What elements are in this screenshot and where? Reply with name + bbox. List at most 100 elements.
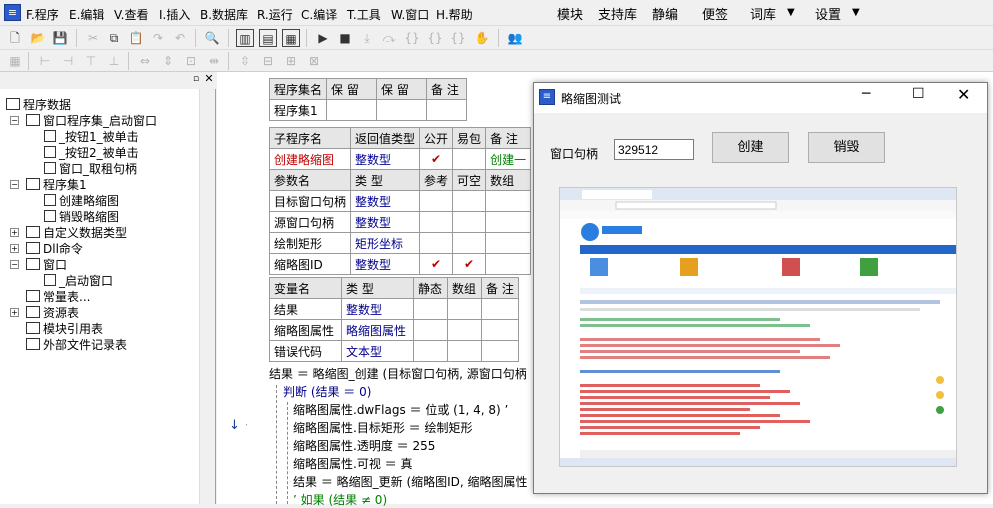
menu-static-compile[interactable]: 静编 [652,4,678,23]
maximize-icon[interactable]: ☐ [912,86,925,102]
tree-item-custom-types[interactable]: + 自定义数据类型 [10,225,127,241]
param-row[interactable]: 绘制矩形 矩形坐标 [268,232,532,254]
align-grid-icon[interactable]: ▦ [6,52,24,70]
center-vertical-icon[interactable]: ⊞ [282,52,300,70]
expand-icon[interactable]: + [10,244,19,253]
hand-icon[interactable]: ✋ [473,29,491,47]
center-horizontal-icon[interactable]: ⊟ [259,52,277,70]
menu-tools[interactable]: T.工具 [347,6,381,23]
create-button[interactable]: 创建 [712,132,789,163]
same-width-icon[interactable]: ⇔ [136,52,154,70]
tree-item-button1-click[interactable]: _按钮1_被单击 [44,129,139,145]
sub-comment-cell[interactable]: 创建一 [485,148,532,170]
menu-help[interactable]: H.帮助 [436,6,473,23]
step-over-icon[interactable]: ⤼ [380,29,398,47]
run-icon[interactable]: ▶ [314,29,332,47]
variable-row[interactable]: 缩略图属性 略缩图属性 [269,319,519,341]
same-height-icon[interactable]: ⇕ [159,52,177,70]
code-line[interactable]: 缩略图属性.透明度 ＝ 255 [293,437,435,454]
step-into-icon[interactable]: ⤓ [358,29,376,47]
tree-item-module-refs[interactable]: 模块引用表 [26,321,103,337]
align-bottom-icon[interactable]: ⊥ [105,52,123,70]
tree-item-windows[interactable]: − 窗口 [10,257,67,273]
layout-left-icon[interactable]: ▥ [236,29,254,47]
menu-support-libs[interactable]: 支持库 [598,4,637,23]
param-row[interactable]: 缩略图ID 整数型 ✔ ✔ [268,253,532,275]
code-line[interactable]: 判断 (结果 ＝ 0) [283,383,371,400]
align-left-icon[interactable]: ⊢ [36,52,54,70]
tree-item-create-thumbnail[interactable]: 创建略缩图 [44,193,119,209]
menu-edit[interactable]: E.编辑 [69,6,104,23]
breakpoint-icon[interactable]: {} [449,29,467,47]
new-file-icon[interactable]: 🗋 [6,29,24,47]
pin-icon[interactable]: ▫ [190,73,202,85]
tree-item-button2-click[interactable]: _按钮2_被单击 [44,145,139,161]
tree-item-external-files[interactable]: 外部文件记录表 [26,337,127,353]
destroy-button[interactable]: 销毁 [808,132,885,163]
space-horizontal-icon[interactable]: ⇹ [205,52,223,70]
run-to-cursor-icon[interactable]: {} [426,29,444,47]
tree-item-resources[interactable]: + 资源表 [10,305,79,321]
tree-item-constants[interactable]: 常量表... [26,289,90,305]
menu-database[interactable]: B.数据库 [200,6,248,23]
assembly-name-cell[interactable]: 程序集1 [268,99,328,121]
same-size-icon[interactable]: ⊡ [182,52,200,70]
variable-row[interactable]: 错误代码 文本型 [269,340,519,362]
paste-icon[interactable]: 📋 [127,29,145,47]
menu-lexicon[interactable]: 词库 [750,4,776,23]
layout-top-icon[interactable]: ▤ [259,29,277,47]
lexicon-dropdown-icon[interactable]: ▼ [787,7,795,18]
code-line[interactable]: 缩略图属性.dwFlags ＝ 位或 (1, 4, 8) ’ [293,401,508,418]
tree-root[interactable]: 程序数据 [6,97,71,113]
copy-icon[interactable]: ⧉ [105,29,123,47]
param-row[interactable]: 源窗口句柄 整数型 [268,211,532,233]
code-line[interactable]: 结果 ＝ 略缩图_创建 (目标窗口句柄, 源窗口句柄 [269,365,527,382]
minimize-icon[interactable]: ─ [862,86,870,102]
align-center-icon[interactable]: ⊣ [59,52,77,70]
expand-icon[interactable]: + [10,308,19,317]
tree-item-dll-commands[interactable]: + Dll命令 [10,241,83,257]
menu-view[interactable]: V.查看 [114,6,148,23]
param-row[interactable]: 目标窗口句柄 整数型 [268,190,532,212]
layout-split-icon[interactable]: ▦ [282,29,300,47]
code-line[interactable]: 结果 ＝ 略缩图_更新 (缩略图ID, 缩略图属性 [293,473,528,490]
close-panel-icon[interactable]: ✕ [203,73,215,85]
collapse-icon[interactable]: − [10,180,19,189]
tree-item-get-handle[interactable]: 窗口_取租句柄 [44,161,137,177]
cut-icon[interactable]: ✂ [84,29,102,47]
window-titlebar[interactable]: ≡ 略缩图测试 ─ ☐ ✕ [534,83,987,113]
align-top-icon[interactable]: ⊤ [82,52,100,70]
handle-input[interactable] [614,139,694,160]
open-folder-icon[interactable]: 📂 [29,29,47,47]
code-line[interactable]: ’ 如果 (结果 ≠ 0) [293,491,387,508]
menu-compile[interactable]: C.编译 [301,6,337,23]
redo-icon[interactable]: ↷ [149,29,167,47]
tree-item-destroy-thumbnail[interactable]: 销毁略缩图 [44,209,119,225]
variable-row[interactable]: 结果 整数型 [269,298,519,320]
menu-insert[interactable]: I.插入 [159,6,190,23]
space-vertical-icon[interactable]: ⇳ [236,52,254,70]
expand-icon[interactable]: + [10,228,19,237]
find-user-icon[interactable]: 👥 [506,29,524,47]
menu-notes[interactable]: 便签 [702,4,728,23]
thumbnail-test-window[interactable]: ≡ 略缩图测试 ─ ☐ ✕ 窗口句柄 创建 销毁 [533,82,988,494]
save-icon[interactable]: 💾 [51,29,69,47]
stop-icon[interactable]: ■ [336,29,354,47]
menu-settings[interactable]: 设置 [815,4,841,23]
tree-item-start-window[interactable]: _启动窗口 [44,273,113,289]
tree-item-window-assembly[interactable]: − 窗口程序集_启动窗口 [10,113,157,129]
collapse-icon[interactable]: − [10,116,19,125]
menu-modules[interactable]: 模块 [557,4,583,23]
menu-run[interactable]: R.运行 [257,6,293,23]
code-line[interactable]: 缩略图属性.可视 ＝ 真 [293,455,412,472]
close-icon[interactable]: ✕ [957,85,970,104]
step-out-icon[interactable]: {} [403,29,421,47]
tree-item-assembly1[interactable]: − 程序集1 [10,177,87,193]
sub-name-cell[interactable]: 创建略缩图 [268,148,352,170]
collapse-icon[interactable]: − [10,260,19,269]
settings-dropdown-icon[interactable]: ▼ [852,7,860,18]
code-line[interactable]: 缩略图属性.目标矩形 ＝ 绘制矩形 [293,419,472,436]
tab-order-icon[interactable]: ⊠ [305,52,323,70]
tree-scrollbar[interactable] [199,89,215,504]
menu-program[interactable]: F.程序 [26,6,59,23]
